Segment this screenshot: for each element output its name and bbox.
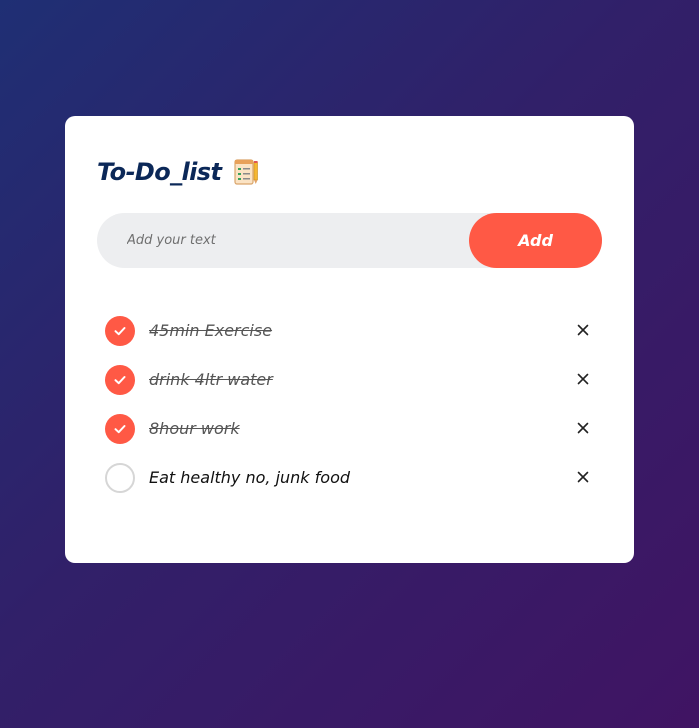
check-icon xyxy=(114,424,126,433)
notepad-icon xyxy=(233,158,259,186)
task-text: 8hour work xyxy=(149,419,240,438)
check-icon xyxy=(114,326,126,335)
checkbox-checked[interactable] xyxy=(105,364,135,395)
task-item[interactable]: Eat healthy no, junk food xyxy=(105,453,595,502)
task-item[interactable]: drink 4ltr water xyxy=(105,355,595,404)
todo-card: To-Do_list Add your text Add 45min Exerc… xyxy=(65,116,634,563)
task-list: 45min Exercise drink 4ltr water 8hour wo… xyxy=(105,306,595,502)
check-icon xyxy=(114,375,126,384)
delete-task-button[interactable] xyxy=(571,367,595,391)
delete-task-button[interactable] xyxy=(571,416,595,440)
delete-task-button[interactable] xyxy=(571,318,595,342)
add-task-bar: Add xyxy=(97,213,602,268)
delete-task-button[interactable] xyxy=(571,465,595,489)
task-item[interactable]: 45min Exercise xyxy=(105,306,595,355)
task-input[interactable] xyxy=(127,213,447,268)
task-item[interactable]: 8hour work xyxy=(105,404,595,453)
header: To-Do_list xyxy=(97,158,259,186)
close-icon xyxy=(577,373,589,385)
app-title: To-Do_list xyxy=(97,158,222,186)
close-icon xyxy=(577,422,589,434)
checkbox-unchecked[interactable] xyxy=(105,462,135,493)
checkbox-checked[interactable] xyxy=(105,413,135,444)
checkbox-checked[interactable] xyxy=(105,315,135,346)
add-button[interactable]: Add xyxy=(469,213,602,268)
task-text: Eat healthy no, junk food xyxy=(149,468,351,487)
task-text: 45min Exercise xyxy=(149,321,273,340)
close-icon xyxy=(577,324,589,336)
close-icon xyxy=(577,471,589,483)
task-text: drink 4ltr water xyxy=(149,370,273,389)
